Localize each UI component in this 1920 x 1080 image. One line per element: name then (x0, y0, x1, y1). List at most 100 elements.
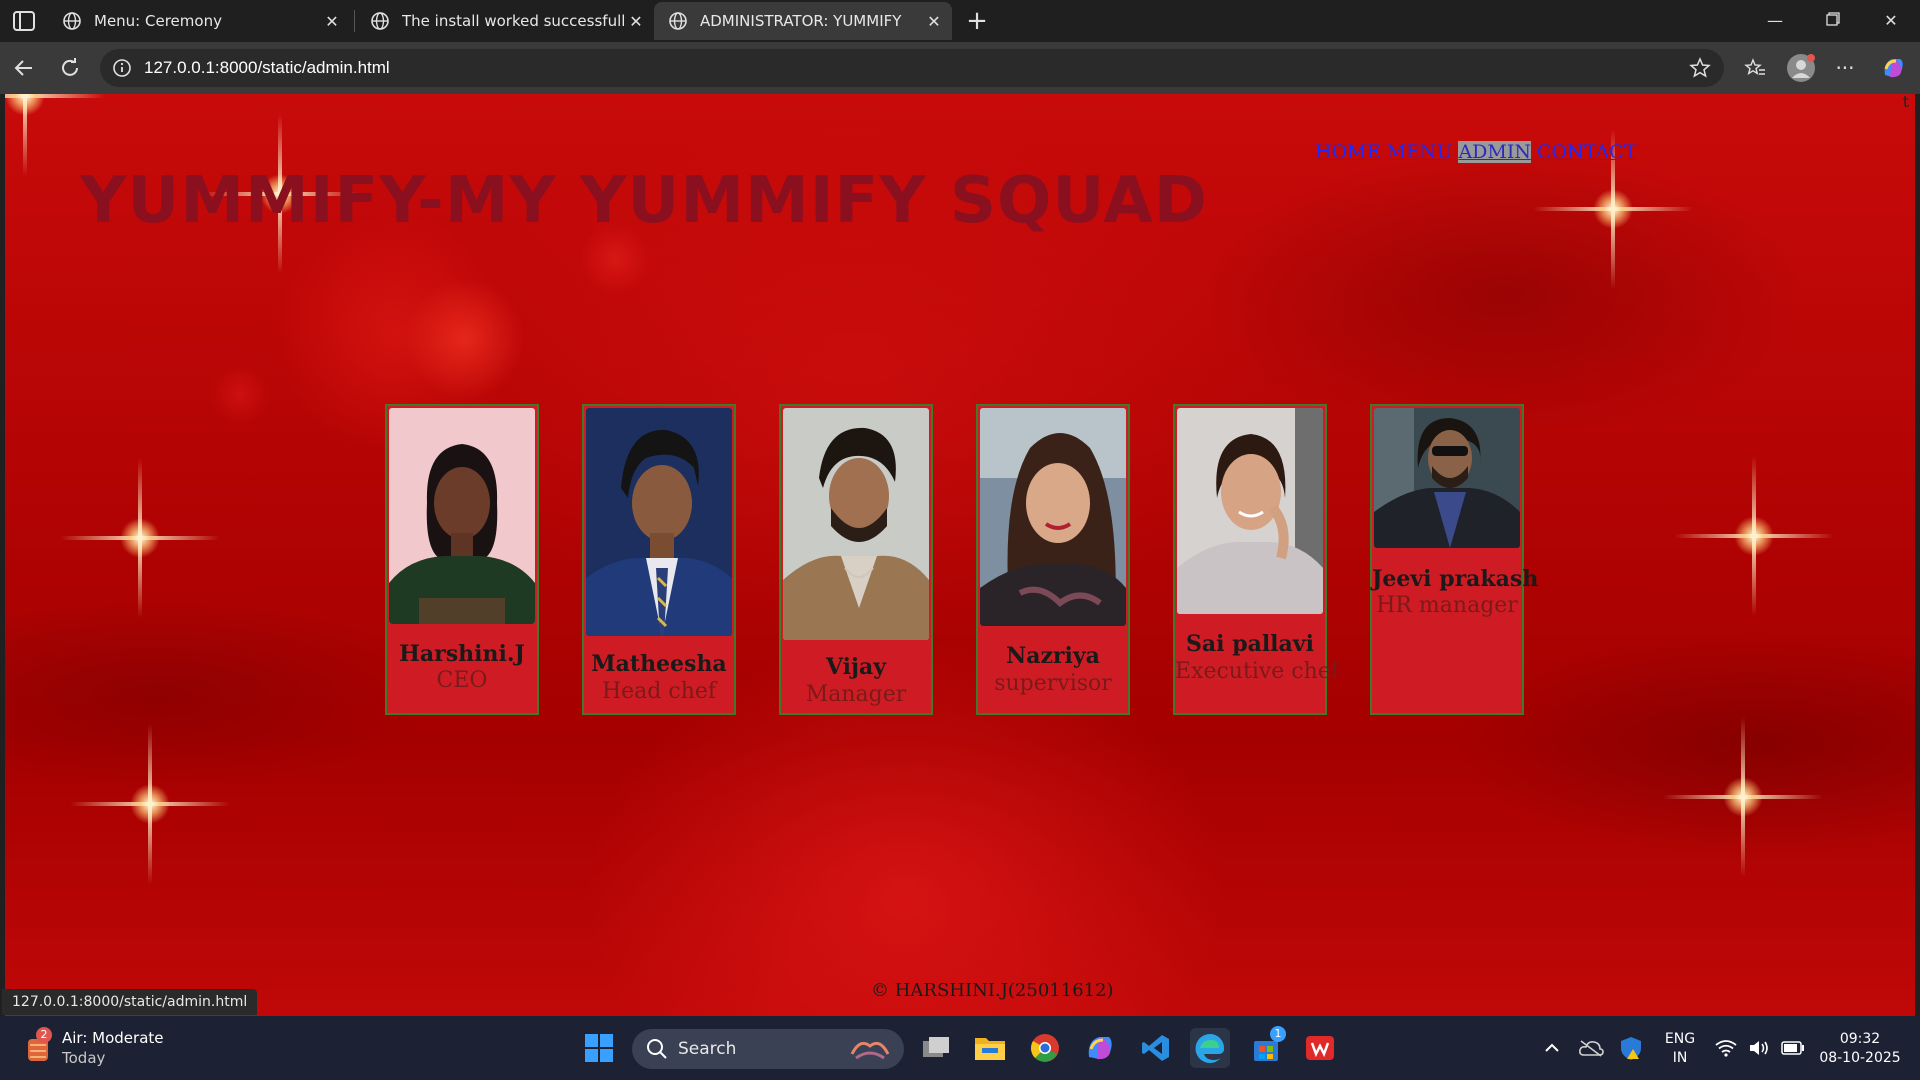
site-info-icon[interactable] (112, 58, 132, 78)
team-member-name: Sai pallavi (1186, 631, 1314, 657)
security-shield-icon[interactable] (1614, 1028, 1648, 1068)
tab-title: Menu: Ceremony (94, 12, 222, 30)
restore-icon[interactable] (1818, 8, 1848, 34)
team-member-name: Harshini.J (399, 641, 525, 667)
search-highlight-icon (850, 1041, 890, 1060)
onedrive-icon[interactable] (1574, 1028, 1608, 1068)
team-member-role: Head chef (601, 679, 717, 704)
globe-icon (668, 11, 688, 31)
close-icon[interactable]: ✕ (322, 11, 342, 31)
team-card: Matheesha Head chef (582, 404, 736, 715)
team-member-role: HR manager (1376, 593, 1518, 618)
weather-widget[interactable]: 2 Air: Moderate Today (24, 1027, 164, 1068)
vscode-icon[interactable] (1136, 1028, 1176, 1068)
team-member-photo (389, 408, 535, 624)
sparkle-decoration (70, 724, 230, 884)
team-card: Sai pallavi Executive chef (1173, 404, 1339, 715)
search-label: Search (678, 1039, 737, 1059)
microsoft-store-icon[interactable]: 1 (1246, 1026, 1286, 1068)
team-member-photo (1374, 408, 1520, 548)
tab-divider (354, 10, 355, 32)
close-icon[interactable]: ✕ (626, 11, 646, 31)
language-indicator[interactable]: ENG IN (1656, 1030, 1704, 1068)
store-badge: 1 (1270, 1026, 1286, 1042)
system-tray-icons[interactable] (1710, 1028, 1810, 1068)
chrome-icon[interactable] (1025, 1028, 1065, 1068)
nav-link-menu[interactable]: MENU (1386, 141, 1452, 163)
sidebar-toggle-icon[interactable] (12, 10, 36, 32)
team-member-role: Executive chef (1175, 659, 1339, 684)
copilot-app-icon[interactable] (1080, 1028, 1120, 1068)
favorites-icon[interactable] (1742, 55, 1768, 81)
team-card: Vijay Manager (779, 404, 933, 715)
more-options-icon[interactable]: ··· (1832, 55, 1858, 81)
weather-title: Air: Moderate (62, 1029, 164, 1047)
battery-icon (1780, 1041, 1804, 1055)
globe-icon (370, 11, 390, 31)
team-member-photo (783, 408, 929, 640)
task-view-icon[interactable] (916, 1028, 956, 1068)
tab-title: The install worked successfully! C (402, 12, 626, 30)
sparkle-decoration (1674, 456, 1834, 616)
tab-menu-ceremony[interactable]: Menu: Ceremony ✕ (48, 2, 350, 40)
sparkle-decoration (1663, 717, 1823, 877)
nav-link-contact[interactable]: CONTACT (1537, 141, 1636, 163)
profile-avatar-icon[interactable] (1786, 53, 1816, 83)
weather-icon: 2 (24, 1027, 52, 1065)
team-member-name: Nazriya (1006, 643, 1100, 669)
file-explorer-icon[interactable] (970, 1028, 1010, 1068)
language-line2: IN (1672, 1050, 1688, 1066)
weather-subtitle: Today (62, 1049, 106, 1067)
wps-office-icon[interactable] (1300, 1028, 1340, 1068)
weather-badge: 2 (36, 1027, 52, 1043)
tab-install-success[interactable]: The install worked successfully! C ✕ (356, 2, 654, 40)
team-card: Nazriya supervisor (976, 404, 1130, 715)
team-member-photo (1177, 408, 1323, 614)
team-card: Harshini.J CEO (385, 404, 539, 715)
globe-icon (62, 11, 82, 31)
tab-title: ADMINISTRATOR: YUMMIFY (700, 12, 902, 30)
page-title: YUMMIFY-MY YUMMIFY SQUAD (80, 164, 1209, 238)
clock[interactable]: 09:32 08-10-2025 (1812, 1030, 1908, 1068)
taskbar-search[interactable]: Search (632, 1029, 904, 1069)
corner-text: t (1902, 94, 1909, 111)
favorite-star-icon[interactable] (1688, 56, 1712, 80)
team-member-name: Vijay (825, 654, 887, 680)
nav-link-admin[interactable]: ADMIN (1458, 141, 1531, 163)
page-viewport: t HOME MENU ADMIN CONTACT YUMMIFY-MY YUMMIF… (5, 94, 1915, 1016)
status-bar-url: 127.0.0.1:8000/static/admin.html (2, 989, 258, 1015)
clock-date: 08-10-2025 (1819, 1050, 1901, 1066)
language-line1: ENG (1664, 1031, 1696, 1047)
team-member-photo (980, 408, 1126, 626)
team-member-name: Matheesha (591, 651, 727, 677)
tab-administrator-yummify[interactable]: ADMINISTRATOR: YUMMIFY ✕ (654, 2, 952, 40)
edge-icon[interactable] (1190, 1028, 1230, 1068)
team-card: Jeevi prakash HR manager (1370, 404, 1539, 715)
team-member-photo (586, 408, 732, 636)
windows-taskbar: 2 Air: Moderate Today Search 1 ENG IN 09… (0, 1016, 1920, 1080)
volume-icon (1749, 1041, 1768, 1055)
team-member-name: Jeevi prakash (1372, 566, 1539, 592)
wifi-icon (1715, 1040, 1737, 1057)
team-member-role: CEO (436, 668, 488, 693)
browser-tab-strip: Menu: Ceremony ✕ The install worked succ… (0, 0, 1920, 42)
new-tab-icon[interactable]: + (962, 6, 992, 36)
windows-start-icon[interactable] (579, 1028, 619, 1068)
team-member-role: Manager (805, 682, 907, 707)
sparkle-decoration (60, 458, 220, 618)
close-icon[interactable]: ✕ (924, 11, 944, 31)
refresh-icon[interactable] (57, 55, 83, 81)
chevron-up-icon[interactable] (1538, 1028, 1566, 1068)
minimize-icon[interactable]: — (1760, 8, 1790, 34)
browser-toolbar: 127.0.0.1:8000/static/admin.html ··· (0, 42, 1920, 94)
clock-time: 09:32 (1839, 1031, 1881, 1047)
url-text[interactable]: 127.0.0.1:8000/static/admin.html (144, 58, 1688, 78)
footer-copyright: © HARSHINI.J(25011612) (871, 980, 1114, 1001)
close-window-icon[interactable]: ✕ (1876, 8, 1906, 34)
copilot-icon[interactable] (1880, 55, 1906, 81)
top-nav: HOME MENU ADMIN CONTACT (1315, 141, 1642, 163)
search-icon (647, 1039, 667, 1059)
back-icon[interactable] (11, 55, 37, 81)
address-bar[interactable]: 127.0.0.1:8000/static/admin.html (100, 49, 1724, 87)
nav-link-home[interactable]: HOME (1315, 141, 1380, 163)
